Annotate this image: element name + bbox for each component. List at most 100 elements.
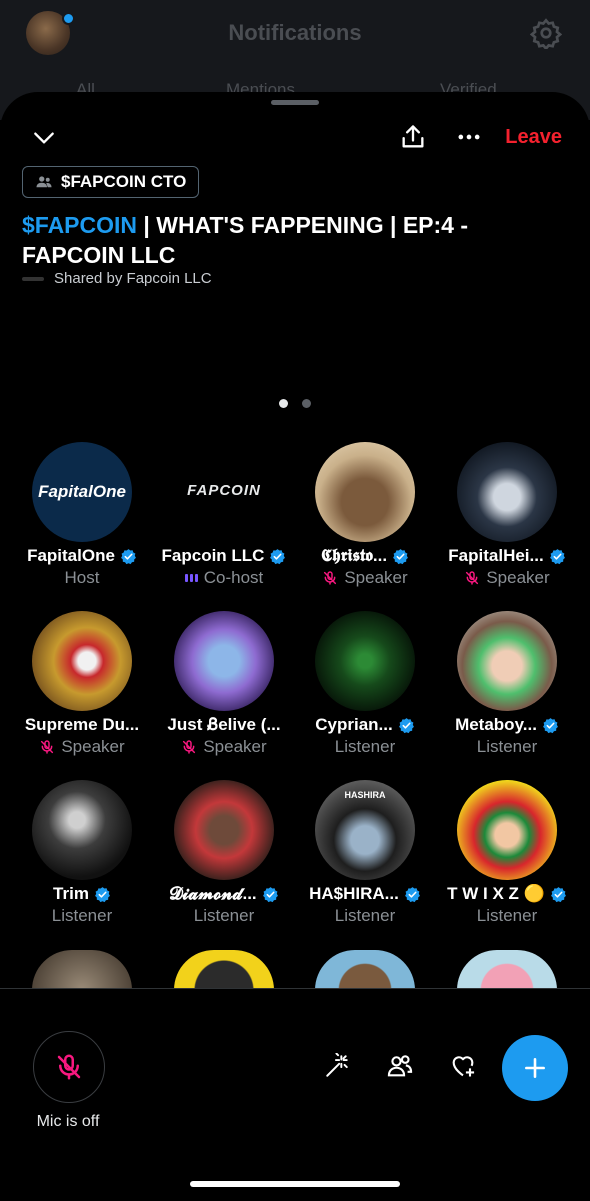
participant-name-row: Trim xyxy=(11,884,153,904)
share-icon[interactable] xyxy=(396,120,430,154)
participant-name: T W I X Z 🟡 xyxy=(447,884,545,903)
participant-name-row: Just Ᏸelive (... xyxy=(153,715,295,735)
participant-avatar[interactable]: HASHIRA xyxy=(315,780,415,880)
participant-role: Co-host xyxy=(203,568,264,587)
verified-badge-icon xyxy=(270,548,286,564)
participant-role-row: Listener xyxy=(11,906,153,926)
speaking-bars-icon xyxy=(184,574,198,582)
page-indicator xyxy=(0,399,590,408)
mic-muted-icon xyxy=(41,740,54,754)
react-heart-icon[interactable] xyxy=(446,1049,480,1083)
participant-name: FapitalOne xyxy=(27,546,115,565)
participant-role: Listener xyxy=(51,906,113,925)
participant-avatar[interactable] xyxy=(32,611,132,711)
participant-name: 𝕮𝖍𝖗𝖎𝖘𝖙𝖔... xyxy=(320,546,388,565)
participant-card[interactable]: Supreme Du... Speaker xyxy=(11,611,153,757)
participant-card[interactable]: Metaboy... Listener xyxy=(436,611,578,757)
sheet-grabber[interactable] xyxy=(271,100,319,105)
participant-role: Listener xyxy=(476,906,538,925)
participant-name-row: Fapcoin LLC xyxy=(153,546,295,566)
participant-avatar[interactable]: FAPCOIN xyxy=(174,442,274,542)
participant-name: FapitalHei... xyxy=(448,546,544,565)
participant-card[interactable]: T W I X Z 🟡 Listener xyxy=(436,780,578,926)
participant-avatar[interactable] xyxy=(174,780,274,880)
participant-avatar[interactable] xyxy=(174,611,274,711)
space-title: $FAPCOIN | WHAT'S FAPPENING | EP:4 - FAP… xyxy=(22,210,562,270)
participant-avatar[interactable] xyxy=(32,780,132,880)
shared-by[interactable]: Shared by Fapcoin LLC xyxy=(22,270,212,287)
mic-off-icon xyxy=(57,1054,81,1080)
participant-role-row: Speaker xyxy=(436,568,578,588)
participant-name: Just Ᏸelive (... xyxy=(167,715,281,734)
participant-role: Speaker xyxy=(61,737,125,756)
participant-avatar[interactable] xyxy=(315,950,415,990)
verified-badge-icon xyxy=(404,886,420,902)
leave-button[interactable]: Leave xyxy=(505,126,562,149)
participant-avatar[interactable] xyxy=(457,950,557,990)
participant-role: Speaker xyxy=(203,737,267,756)
verified-badge-icon xyxy=(549,548,565,564)
participant-name: Metaboy... xyxy=(455,715,537,734)
participant-role: Listener xyxy=(193,906,255,925)
participant-name-row: Supreme Du... xyxy=(11,715,153,735)
community-label: $FAPCOIN CTO xyxy=(61,172,187,191)
compose-plus-button[interactable] xyxy=(502,1035,568,1101)
participant-avatar[interactable] xyxy=(315,611,415,711)
participant-name: Cyprian... xyxy=(315,715,393,734)
participant-role: Listener xyxy=(334,906,396,925)
participant-role: Listener xyxy=(476,737,538,756)
space-title-cashtag[interactable]: $FAPCOIN xyxy=(22,212,137,238)
verified-badge-icon xyxy=(550,886,566,902)
community-chip[interactable]: $FAPCOIN CTO xyxy=(22,166,200,198)
participant-role: Listener xyxy=(334,737,396,756)
participant-role: Speaker xyxy=(486,568,550,587)
participant-card[interactable]: FapitalOne FapitalOne Host xyxy=(11,442,153,588)
gear-icon[interactable] xyxy=(530,17,562,49)
page-dot-1 xyxy=(279,399,288,408)
participant-avatar[interactable] xyxy=(457,780,557,880)
participant-avatar[interactable] xyxy=(174,950,274,990)
avatar-logo-text: FapitalOne xyxy=(38,482,126,501)
avatar-logo-text: FAPCOIN xyxy=(187,482,261,499)
participant-name-row: T W I X Z 🟡 xyxy=(436,884,578,904)
participant-avatar[interactable] xyxy=(457,442,557,542)
participant-name-row: Cyprian... xyxy=(294,715,436,735)
verified-badge-icon xyxy=(393,548,409,564)
participant-avatar[interactable] xyxy=(315,442,415,542)
participant-avatar[interactable]: FapitalOne xyxy=(32,442,132,542)
verified-badge-icon xyxy=(262,886,278,902)
collapse-chevron-icon[interactable] xyxy=(28,122,60,154)
participant-name-row: 𝕮𝖍𝖗𝖎𝖘𝖙𝖔... xyxy=(294,546,436,566)
mic-status-label: Mic is off xyxy=(36,1113,100,1130)
participant-name: 𝓓𝓲𝓪𝓶𝓸𝓷𝓭... xyxy=(169,884,257,903)
effects-wand-icon[interactable] xyxy=(320,1049,354,1083)
verified-badge-icon xyxy=(398,717,414,733)
more-options-icon[interactable] xyxy=(452,120,486,154)
participant-card[interactable]: 𝓓𝓲𝓪𝓶𝓸𝓷𝓭... Listener xyxy=(153,780,295,926)
participants-icon[interactable] xyxy=(383,1049,417,1083)
participant-avatar[interactable] xyxy=(457,611,557,711)
participant-name: HA$HIRA... xyxy=(309,884,399,903)
space-control-bar: Mic is off xyxy=(0,988,590,1201)
participant-card[interactable]: FapitalHei... Speaker xyxy=(436,442,578,588)
participant-card[interactable]: HASHIRA HA$HIRA... Listener xyxy=(294,780,436,926)
page-dot-2 xyxy=(302,399,311,408)
participant-role-row: Listener xyxy=(294,737,436,757)
participant-name-row: HA$HIRA... xyxy=(294,884,436,904)
mic-muted-icon xyxy=(466,571,479,585)
participant-card[interactable]: FAPCOIN Fapcoin LLC Co-host xyxy=(153,442,295,588)
avatar-logo-text: HASHIRA xyxy=(344,790,386,800)
participant-card[interactable]: Cyprian... Listener xyxy=(294,611,436,757)
participant-role: Host xyxy=(64,568,100,587)
participant-card[interactable]: Just Ᏸelive (... Speaker xyxy=(153,611,295,757)
participant-name-row: Metaboy... xyxy=(436,715,578,735)
verified-badge-icon xyxy=(95,886,110,902)
participant-role: Speaker xyxy=(344,568,408,587)
mic-toggle-button[interactable] xyxy=(33,1031,105,1103)
participant-avatar[interactable] xyxy=(32,950,132,990)
participant-role-row: Listener xyxy=(436,906,578,926)
participant-card[interactable]: 𝕮𝖍𝖗𝖎𝖘𝖙𝖔... Speaker xyxy=(294,442,436,588)
mic-muted-icon xyxy=(324,571,337,585)
participant-card[interactable]: Trim Listener xyxy=(11,780,153,926)
participant-role-row: Speaker xyxy=(153,737,295,757)
